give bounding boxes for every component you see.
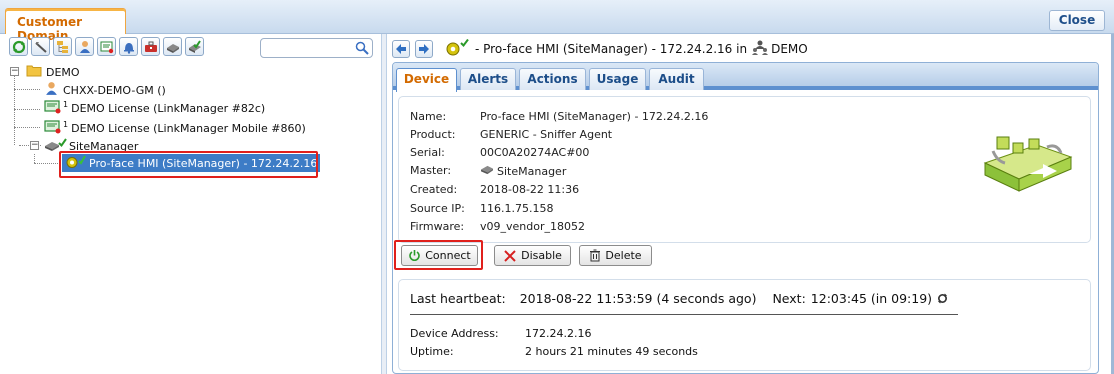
highlight-selected-device [59, 151, 318, 178]
collapse-demo-toggle[interactable]: − [10, 67, 19, 76]
tree-root-label: DEMO [46, 65, 80, 79]
device-tree: − DEMO CHXX-DEMO-GM () 1 DEMO License (L… [0, 62, 380, 374]
trash-icon [590, 249, 601, 262]
toolbox-icon[interactable] [141, 37, 160, 56]
device-details: Name: Pro-face HMI (SiteManager) - 172.2… [398, 96, 1091, 243]
close-button[interactable]: Close [1049, 10, 1105, 31]
tools-icon[interactable] [31, 37, 50, 56]
back-button[interactable] [392, 40, 410, 58]
status-section: Last heartbeat: 2018-08-22 11:53:59 (4 s… [398, 279, 1091, 371]
tab-actions[interactable]: Actions [519, 68, 586, 90]
tab-audit[interactable]: Audit [649, 68, 704, 90]
disable-button[interactable]: Disable [494, 245, 571, 266]
disable-x-icon [504, 249, 516, 262]
tab-strip: Device Alerts Actions Usage Audit [393, 63, 1098, 92]
tab-alerts[interactable]: Alerts [460, 68, 516, 90]
search-input[interactable] [265, 40, 357, 57]
highlight-connect-button [394, 240, 483, 270]
hierarchy-icon[interactable] [53, 37, 72, 56]
detail-serial-label: Serial: [410, 146, 445, 159]
forward-button[interactable] [415, 40, 433, 58]
device-header-title: - Pro-face HMI (SiteManager) - 172.24.2.… [475, 42, 748, 56]
folder-icon [26, 64, 42, 80]
device-header: - Pro-face HMI (SiteManager) - 172.24.2.… [445, 38, 808, 60]
detail-source-ip-value: 116.1.75.158 [480, 202, 554, 215]
user-icon [44, 81, 59, 99]
tree-item-license-82c[interactable]: 1 DEMO License (LinkManager #82c) [44, 99, 265, 117]
tree-item-user[interactable]: CHXX-DEMO-GM () [44, 81, 166, 99]
customer-domain-tab[interactable]: Customer Domain [5, 8, 126, 43]
detail-name-value: Pro-face HMI (SiteManager) - 172.24.2.16 [480, 110, 709, 123]
detail-product-value: GENERIC - Sniffer Agent [480, 128, 613, 141]
user-icon[interactable] [75, 37, 94, 56]
tree-item-label: DEMO License (LinkManager Mobile #860) [71, 121, 306, 135]
search-icon[interactable] [355, 41, 369, 58]
detail-master-value: SiteManager [480, 164, 566, 178]
delete-button[interactable]: Delete [579, 245, 652, 266]
detail-firmware-value: v09_vendor_18052 [480, 220, 585, 233]
refresh-icon[interactable] [937, 293, 948, 304]
uptime-value: 2 hours 21 minutes 49 seconds [525, 345, 698, 358]
sniffer-agent-illustration [977, 133, 1077, 196]
license-count: 1 [63, 119, 69, 129]
window-header: Customer Domain Close [0, 0, 1114, 43]
certificate-icon[interactable] [97, 37, 116, 56]
device-check-icon[interactable] [185, 37, 204, 56]
master-link[interactable]: SiteManager [497, 165, 566, 178]
device-address-value: 172.24.2.16 [525, 327, 592, 340]
detail-created-label: Created: [410, 183, 458, 196]
device-header-domain[interactable]: DEMO [771, 42, 808, 56]
splitter[interactable] [381, 34, 387, 374]
arrow-left-icon [396, 44, 406, 54]
detail-product-label: Product: [410, 128, 456, 141]
heartbeat-label: Last heartbeat: [410, 291, 506, 306]
sitemanager-icon [480, 164, 494, 178]
arrow-right-icon [419, 44, 429, 54]
license-icon [44, 119, 62, 138]
detail-source-ip-label: Source IP: [410, 202, 465, 215]
tree-search [260, 38, 373, 58]
next-heartbeat-label: Next: [772, 291, 806, 306]
tree-root-demo[interactable]: DEMO [26, 63, 80, 81]
device-icon[interactable] [163, 37, 182, 56]
device-address-label: Device Address: [410, 327, 499, 340]
detail-serial-value: 00C0A20274AC#00 [480, 146, 590, 159]
disable-label: Disable [521, 249, 562, 262]
license-icon [44, 99, 62, 118]
heartbeat-line: Last heartbeat: 2018-08-22 11:53:59 (4 s… [410, 291, 948, 306]
detail-name-label: Name: [410, 110, 447, 123]
heartbeat-value: 2018-08-22 11:53:59 (4 seconds ago) [519, 291, 757, 306]
tree-toolbar [9, 37, 219, 59]
next-heartbeat-value: 12:03:45 (in 09:19) [810, 291, 933, 306]
detail-firmware-label: Firmware: [410, 220, 465, 233]
domain-icon [752, 40, 769, 58]
tree-item-label: DEMO License (LinkManager #82c) [71, 101, 266, 115]
license-count: 1 [63, 99, 69, 109]
tab-device[interactable]: Device [396, 68, 457, 92]
detail-master-label: Master: [410, 164, 452, 177]
collapse-sitemanager-toggle[interactable]: − [30, 141, 39, 150]
detail-created-value: 2018-08-22 11:36 [480, 183, 580, 196]
delete-label: Delete [605, 249, 642, 262]
agent-gear-icon [445, 38, 471, 60]
tree-item-label: CHXX-DEMO-GM () [63, 83, 166, 97]
tree-item-license-860[interactable]: 1 DEMO License (LinkManager Mobile #860) [44, 119, 306, 137]
alarm-bell-icon[interactable] [119, 37, 138, 56]
refresh-icon[interactable] [9, 37, 28, 56]
divider [410, 314, 958, 315]
tab-usage[interactable]: Usage [589, 68, 646, 90]
uptime-label: Uptime: [410, 345, 454, 358]
